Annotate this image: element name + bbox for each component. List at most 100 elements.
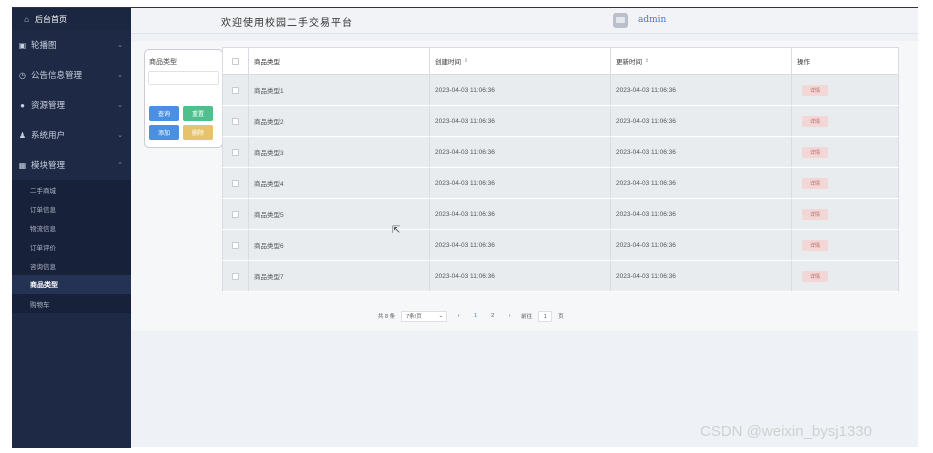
sidebar-item-users[interactable]: ♟ 系统用户 ⌄: [12, 120, 131, 150]
chevron-down-icon: ⌄: [117, 42, 123, 49]
sidebar-home[interactable]: ⌂ 后台首页: [12, 8, 131, 30]
sidebar-item-carousel[interactable]: ▣ 轮播图 ⌄: [12, 30, 131, 60]
avatar[interactable]: [613, 13, 628, 28]
sidebar: ⌂ 后台首页 ▣ 轮播图 ⌄ ◷ 公告信息管理 ⌄ ● 资源管理 ⌄ ♟ 系统用…: [12, 8, 131, 448]
table-row: 商品类型3 2023-04-03 11:06:36 2023-04-03 11:…: [222, 137, 899, 168]
column-header: 操作: [797, 59, 810, 66]
page-button-1[interactable]: 1: [470, 313, 481, 319]
table-row: 商品类型2 2023-04-03 11:06:36 2023-04-03 11:…: [222, 106, 899, 137]
detail-button[interactable]: 详情: [802, 208, 828, 220]
watermark: CSDN @weixin_bysj1330: [700, 423, 872, 440]
sort-icon[interactable]: ⇕: [645, 58, 649, 64]
column-header[interactable]: 创建时间 ⇕: [430, 48, 611, 74]
main-content: 商品类型 查询 重置 添加 删除 商品类型 创建时间 ⇕ 更新时间 ⇕ 操作 商品类…: [131, 41, 918, 331]
cell-created: 2023-04-03 11:06:36: [430, 168, 611, 198]
chevron-down-icon: ⌄: [117, 132, 123, 139]
delete-button[interactable]: 删除: [183, 125, 213, 140]
sidebar-item-label: 资源管理: [31, 100, 66, 110]
mouse-cursor-icon: ⇱: [392, 225, 401, 236]
data-table: 商品类型 创建时间 ⇕ 更新时间 ⇕ 操作 商品类型1 2023-04-03 11:…: [222, 47, 899, 295]
chevron-down-icon: ⌄: [438, 313, 444, 319]
cell-created: 2023-04-03 11:06:36: [430, 199, 611, 229]
cell-created: 2023-04-03 11:06:36: [430, 137, 611, 167]
cell-updated: 2023-04-03 11:06:36: [611, 261, 792, 291]
sidebar-subitem-product-type[interactable]: 商品类型: [12, 275, 131, 294]
page-title: 欢迎使用校园二手交易平台: [221, 18, 353, 29]
sidebar-item-label: 模块管理: [31, 160, 66, 170]
table-header: 商品类型 创建时间 ⇕ 更新时间 ⇕ 操作: [222, 47, 899, 75]
chevron-down-icon: ⌄: [117, 102, 123, 109]
sidebar-subitem-secondhand[interactable]: 二手商城: [12, 180, 131, 199]
sidebar-item-label: 系统用户: [31, 130, 66, 140]
next-page-button[interactable]: ›: [504, 313, 515, 319]
pagination: 共 8 条 7条/页 ⌄ ‹ 1 2 › 前往 1 页: [378, 309, 564, 323]
cell-updated: 2023-04-03 11:06:36: [611, 230, 792, 260]
sidebar-subitem-inquiries[interactable]: 咨询信息: [12, 256, 131, 275]
detail-button[interactable]: 详情: [802, 115, 828, 127]
detail-button[interactable]: 详情: [802, 146, 828, 158]
row-checkbox[interactable]: [232, 210, 239, 218]
cell-created: 2023-04-03 11:06:36: [430, 106, 611, 136]
sidebar-item-notice[interactable]: ◷ 公告信息管理 ⌄: [12, 60, 131, 90]
table-row: 商品类型7 2023-04-03 11:06:36 2023-04-03 11:…: [222, 261, 899, 292]
query-button[interactable]: 查询: [149, 106, 179, 121]
page-button-2[interactable]: 2: [487, 313, 498, 319]
pin-icon: ●: [20, 100, 25, 110]
image-icon: ▣: [18, 40, 27, 50]
pagination-total: 共 8 条: [378, 314, 396, 320]
goto-suffix: 页: [558, 314, 564, 320]
sidebar-submenu: 二手商城 订单信息 物流信息 订单评价 咨询信息 商品类型 购物车: [12, 180, 131, 313]
search-input[interactable]: [148, 71, 219, 85]
cell-type: 商品类型4: [249, 168, 430, 198]
row-checkbox[interactable]: [232, 272, 239, 280]
cell-updated: 2023-04-03 11:06:36: [611, 75, 792, 105]
sidebar-item-label: 公告信息管理: [31, 70, 83, 80]
sidebar-subitem-reviews[interactable]: 订单评价: [12, 237, 131, 256]
cell-type: 商品类型3: [249, 137, 430, 167]
row-checkbox[interactable]: [232, 148, 239, 156]
goto-page-input[interactable]: 1: [538, 310, 553, 322]
sidebar-item-resource[interactable]: ● 资源管理 ⌄: [12, 90, 131, 120]
sidebar-home-label: 后台首页: [35, 14, 67, 24]
sidebar-subitem-logistics[interactable]: 物流信息: [12, 218, 131, 237]
search-label: 商品类型: [149, 59, 177, 66]
sort-icon[interactable]: ⇕: [464, 58, 468, 64]
row-checkbox[interactable]: [232, 86, 239, 94]
table-row: 商品类型5 2023-04-03 11:06:36 2023-04-03 11:…: [222, 199, 899, 230]
detail-button[interactable]: 详情: [802, 270, 828, 282]
row-checkbox[interactable]: [232, 179, 239, 187]
grid-icon: ▦: [18, 160, 27, 170]
header: 欢迎使用校园二手交易平台 admin: [131, 8, 918, 34]
sidebar-subitem-orders[interactable]: 订单信息: [12, 199, 131, 218]
prev-page-button[interactable]: ‹: [453, 313, 464, 319]
reset-button[interactable]: 重置: [183, 106, 213, 121]
row-checkbox[interactable]: [232, 117, 239, 125]
cell-updated: 2023-04-03 11:06:36: [611, 168, 792, 198]
row-checkbox[interactable]: [232, 241, 239, 249]
clock-icon: ◷: [19, 70, 26, 80]
cell-type: 商品类型7: [249, 261, 430, 291]
app-frame: ⌂ 后台首页 ▣ 轮播图 ⌄ ◷ 公告信息管理 ⌄ ● 资源管理 ⌄ ♟ 系统用…: [12, 7, 918, 448]
cell-type: 商品类型6: [249, 230, 430, 260]
cell-created: 2023-04-03 11:06:36: [430, 261, 611, 291]
add-button[interactable]: 添加: [149, 125, 179, 140]
chevron-down-icon: ⌄: [117, 72, 123, 79]
chevron-up-icon: ⌃: [117, 162, 123, 169]
table-row: 商品类型6 2023-04-03 11:06:36 2023-04-03 11:…: [222, 230, 899, 261]
goto-label: 前往: [521, 314, 533, 320]
detail-button[interactable]: 详情: [802, 239, 828, 251]
cell-type: 商品类型2: [249, 106, 430, 136]
search-panel: 商品类型 查询 重置 添加 删除: [144, 49, 223, 148]
column-header: 商品类型: [249, 48, 430, 74]
detail-button[interactable]: 详情: [802, 177, 828, 189]
sidebar-subitem-cart[interactable]: 购物车: [12, 294, 131, 313]
home-icon: ⌂: [24, 14, 29, 24]
username[interactable]: admin: [638, 15, 666, 25]
page-size-select[interactable]: 7条/页 ⌄: [401, 310, 448, 322]
sidebar-item-modules[interactable]: ▦ 模块管理 ⌃: [12, 150, 131, 180]
cell-type: 商品类型5: [249, 199, 430, 229]
detail-button[interactable]: 详情: [802, 84, 828, 96]
table-row: 商品类型4 2023-04-03 11:06:36 2023-04-03 11:…: [222, 168, 899, 199]
column-header[interactable]: 更新时间 ⇕: [611, 48, 792, 74]
select-all-checkbox[interactable]: [232, 57, 239, 65]
